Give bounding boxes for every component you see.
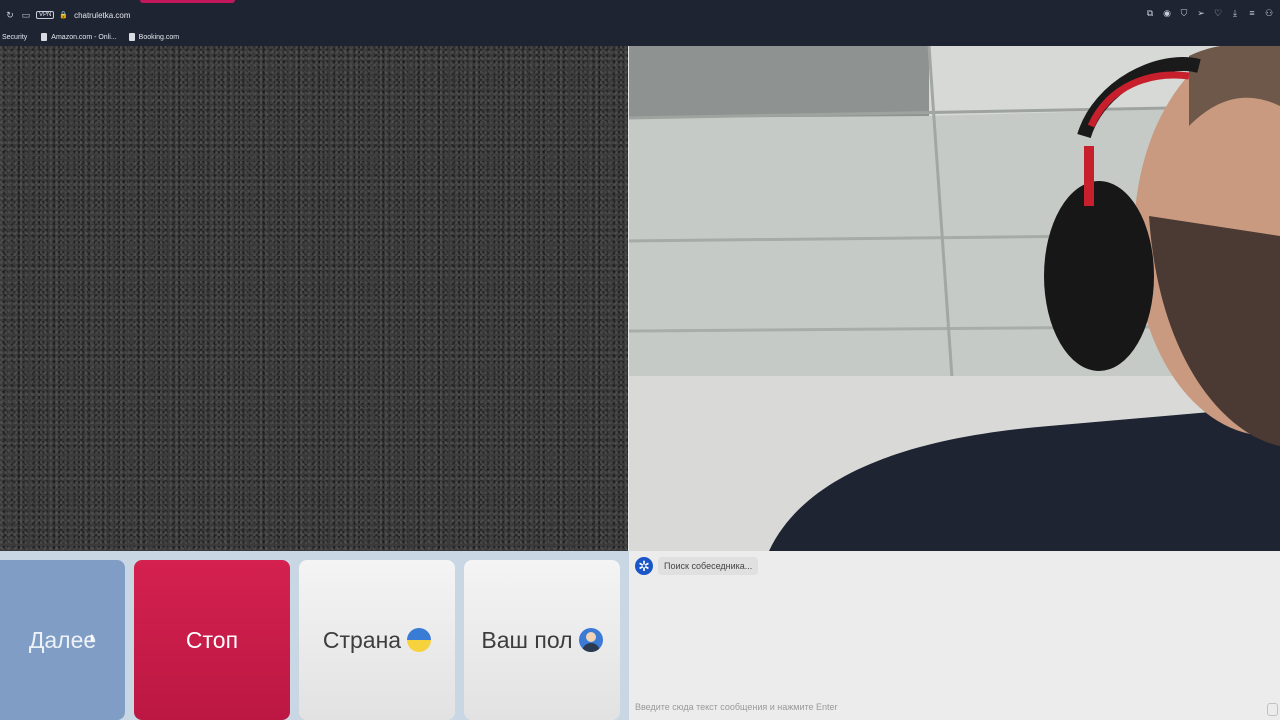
next-button[interactable]: Далее ⬆ [0,560,125,720]
bookmark-booking[interactable]: Booking.com [128,33,179,41]
bookmark-security[interactable]: Security [2,34,27,41]
country-label: Страна [322,626,402,653]
control-panel: Далее ⬆ Стоп Страна Ваш пол [0,551,629,720]
bookmark-amazon[interactable]: Amazon.com - Onli... [41,33,117,41]
country-button[interactable]: Страна [299,560,455,720]
bookmarks-bar: Security Amazon.com - Onli... Booking.co… [0,28,1280,46]
reload-icon[interactable]: ↻ [4,10,16,21]
settings-gear-icon[interactable]: ✲ [635,557,653,575]
remote-video [629,46,1280,551]
stop-label: Стоп [185,626,239,653]
camera-icon[interactable]: ◉ [1162,8,1172,18]
shield-icon[interactable]: ⛉ [1179,8,1189,18]
page-icon [128,33,135,41]
browser-toolbar: ↻ ▭ VPN 🔒 chatruletka.com ⧉ ◉ ⛉ ➢ ♡ ⤓ ≡ … [0,0,1280,28]
address-bar[interactable]: ↻ ▭ VPN 🔒 chatruletka.com [0,6,130,24]
chat-status-row: ✲ Поиск собеседника... [635,557,759,575]
send-icon[interactable]: ➢ [1196,8,1206,18]
url-text[interactable]: chatruletka.com [74,11,130,20]
heart-icon[interactable]: ♡ [1213,8,1223,18]
screenshot-icon[interactable]: ⧉ [1145,8,1155,18]
menu-icon[interactable]: ≡ [1247,8,1257,18]
download-icon[interactable]: ⤓ [1230,8,1240,18]
gender-label: Ваш пол [481,626,573,653]
user-avatar-icon [578,628,603,652]
next-label: Далее [28,626,97,653]
local-video [0,46,628,551]
vpn-badge[interactable]: VPN [36,11,55,19]
account-icon[interactable]: ⚇ [1264,8,1274,18]
stop-button[interactable]: Стоп [134,560,290,720]
folder-icon[interactable]: ▭ [20,10,32,21]
lock-icon: 🔒 [59,12,69,19]
message-input[interactable] [635,700,1265,714]
attach-icon[interactable] [1267,703,1278,716]
chat-panel: ✲ Поиск собеседника... [629,551,1280,720]
cursor-icon: ⬆ [88,633,96,643]
status-message: Поиск собеседника... [658,557,759,575]
toolbar-icons: ⧉ ◉ ⛉ ➢ ♡ ⤓ ≡ ⚇ [1145,8,1274,18]
remote-video-frame [629,46,1280,551]
gender-button[interactable]: Ваш пол [464,560,620,720]
page-icon [41,33,48,41]
active-tab-indicator [140,0,235,3]
ukraine-flag-icon [407,628,432,652]
